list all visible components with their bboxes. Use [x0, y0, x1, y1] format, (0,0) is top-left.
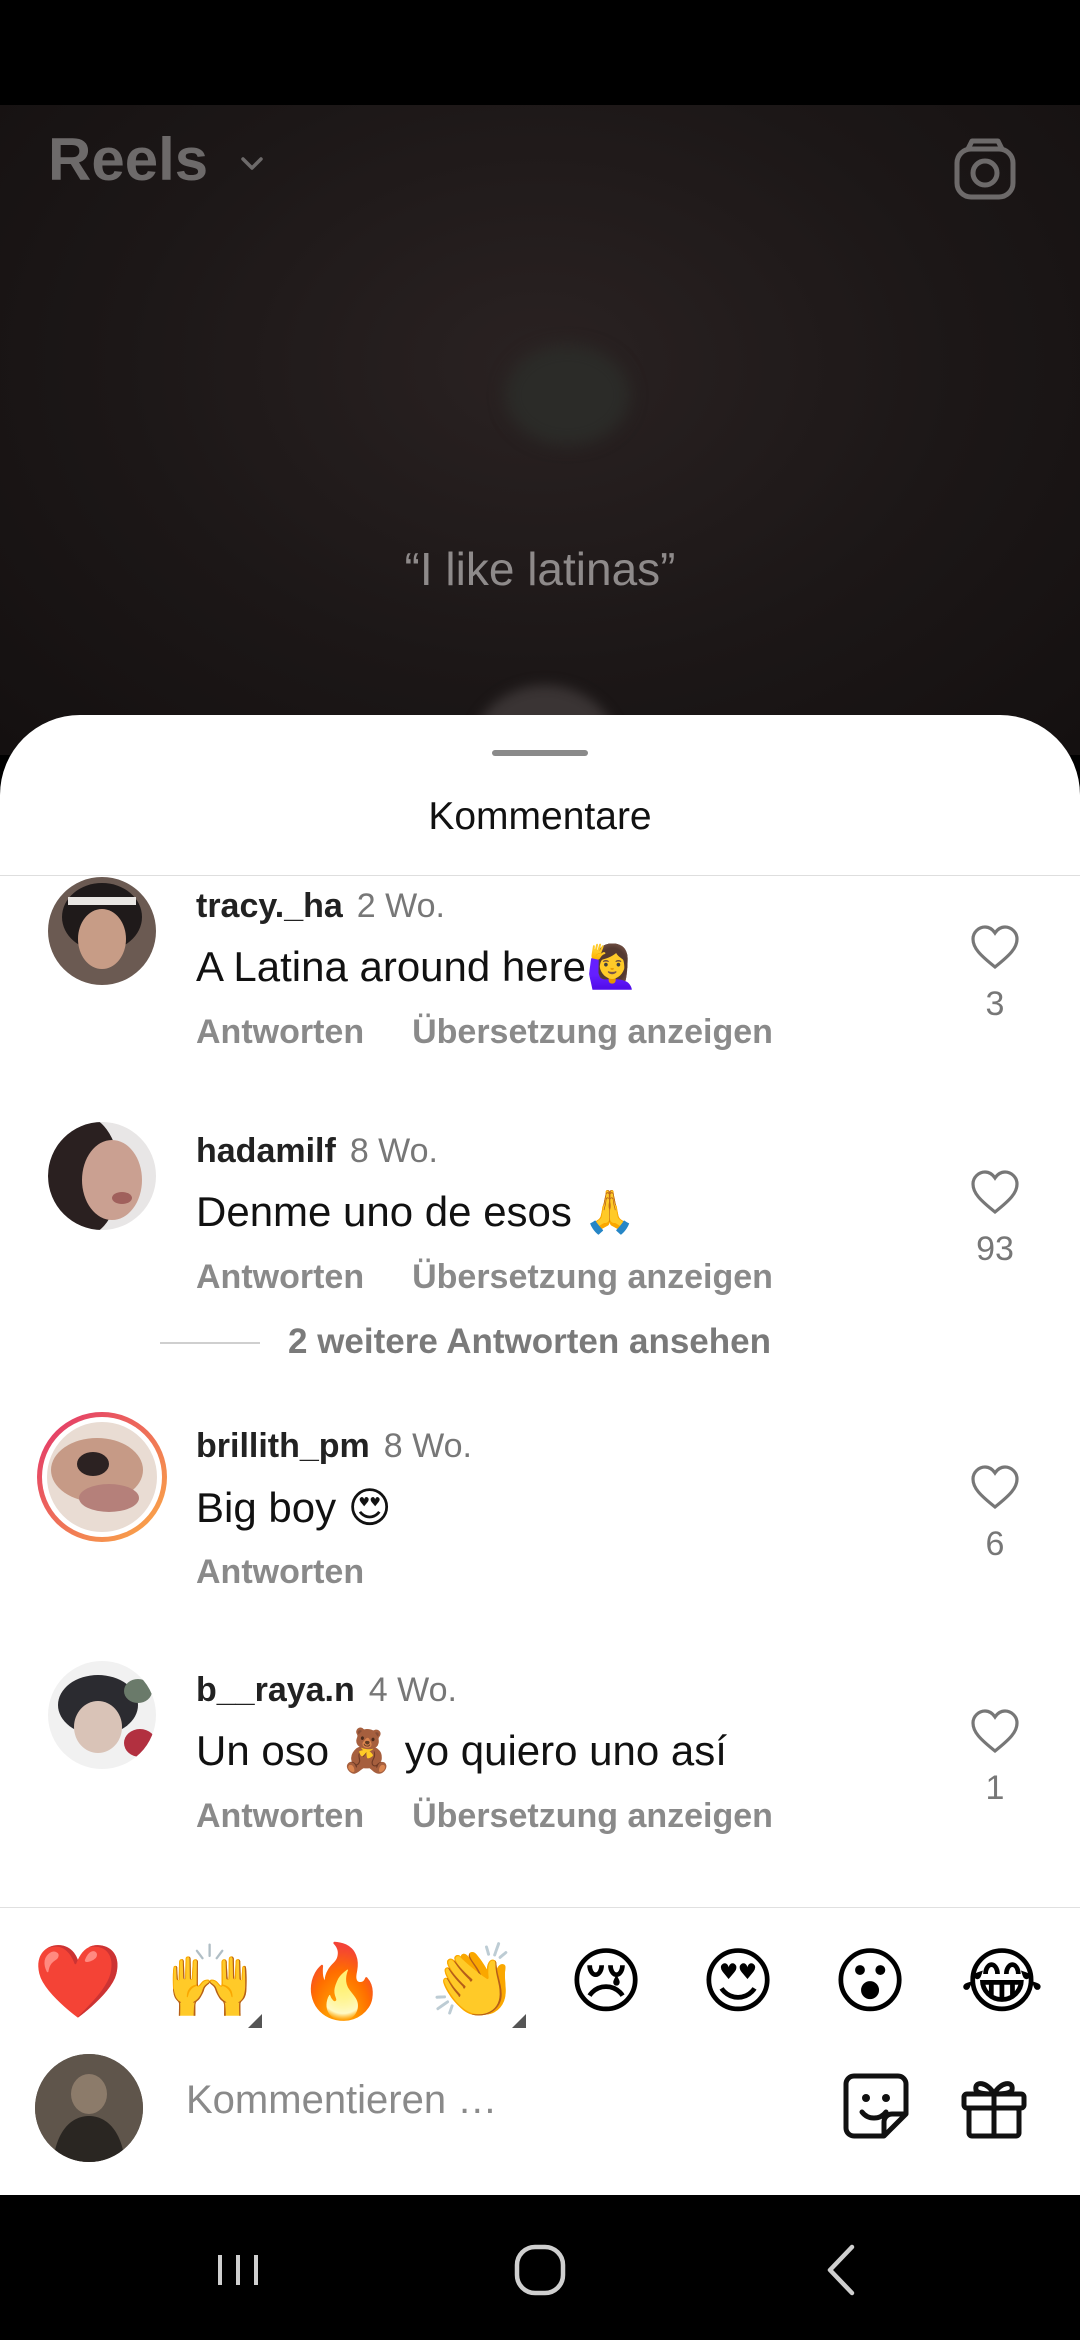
system-nav-bar: [0, 2195, 1080, 2340]
comment-item: brillith_pm 8 Wo. Big boy 😍 Antworten 6: [0, 1412, 1080, 1615]
comment-text: Big boy 😍: [196, 1484, 392, 1531]
camera-icon[interactable]: [950, 135, 1020, 205]
avatar[interactable]: [48, 1122, 156, 1230]
like-count: 3: [985, 985, 1005, 1023]
view-more-replies[interactable]: 2 weitere Antworten ansehen: [160, 1322, 860, 1366]
like-button[interactable]: 1: [970, 1709, 1020, 1808]
reel-video[interactable]: Reels “I like latinas”: [0, 105, 1080, 755]
reply-button[interactable]: Antworten: [196, 1553, 364, 1591]
comment-item: b__raya.n 4 Wo. Un oso 🧸 yo quiero uno as…: [0, 1659, 1080, 1859]
comment-text: Un oso 🧸 yo quiero uno así: [196, 1727, 727, 1774]
emoji-laughing[interactable]: 😂: [952, 1932, 1052, 2032]
my-avatar: [35, 2054, 143, 2162]
emoji-heart-eyes[interactable]: 😍: [688, 1932, 788, 2032]
sheet-title: Kommentare: [428, 795, 652, 838]
emoji-clap[interactable]: 👏: [424, 1932, 524, 2032]
heart-icon: [971, 925, 1019, 970]
comment-item: hadamilf 8 Wo. Denme uno de esos 🙏 Antwor…: [0, 1120, 1080, 1320]
recents-icon[interactable]: [203, 2235, 273, 2305]
reels-title[interactable]: Reels: [48, 125, 208, 194]
comment-composer: Kommentieren …: [0, 2048, 1080, 2195]
emoji-raised-hands[interactable]: 🙌: [160, 1932, 260, 2032]
like-button[interactable]: 93: [970, 1170, 1020, 1269]
replies-line: [160, 1342, 260, 1344]
skin-tone-indicator: [512, 2014, 526, 2028]
emoji-crying[interactable]: 😢: [556, 1932, 656, 2032]
like-count: 1: [985, 1769, 1005, 1807]
like-count: 6: [985, 1525, 1005, 1563]
emoji-surprised[interactable]: 😮: [820, 1932, 920, 2032]
chevron-down-icon[interactable]: [238, 150, 266, 178]
reply-button[interactable]: Antworten: [196, 1013, 364, 1051]
comment-username[interactable]: hadamilf: [196, 1132, 336, 1170]
comment-time: 8 Wo.: [349, 1132, 438, 1170]
skin-tone-indicator: [248, 2014, 262, 2028]
comment-item: tracy._ha 2 Wo. A Latina around here🙋‍♀️ …: [0, 875, 1080, 1075]
heart-icon: [971, 1709, 1019, 1754]
comment-text: A Latina around here🙋‍♀️: [196, 943, 639, 990]
translate-button[interactable]: Übersetzung anzeigen: [412, 1797, 773, 1835]
video-caption: “I like latinas”: [404, 543, 676, 595]
comment-text: Denme uno de esos 🙏: [196, 1188, 636, 1235]
translate-button[interactable]: Übersetzung anzeigen: [412, 1013, 773, 1051]
divider: [0, 1907, 1080, 1908]
avatar[interactable]: [48, 1661, 156, 1769]
comment-username[interactable]: tracy._ha: [196, 887, 343, 925]
like-count: 93: [976, 1230, 1014, 1268]
comment-time: 8 Wo.: [383, 1427, 472, 1465]
like-button[interactable]: 3: [970, 925, 1020, 1024]
video-object: [505, 345, 630, 445]
comments-sheet: Kommentare tracy._ha 2 Wo. A Latina aroun…: [0, 715, 1080, 2195]
avatar[interactable]: [48, 877, 156, 985]
emoji-fire[interactable]: 🔥: [292, 1932, 392, 2032]
like-button[interactable]: 6: [970, 1465, 1020, 1564]
comment-input[interactable]: Kommentieren …: [186, 2078, 497, 2123]
more-replies-label: 2 weitere Antworten ansehen: [288, 1322, 771, 1361]
comment-username[interactable]: brillith_pm: [196, 1427, 370, 1465]
sheet-drag-handle[interactable]: [492, 750, 588, 756]
status-bar: [0, 0, 1080, 105]
home-icon[interactable]: [505, 2235, 575, 2305]
heart-icon: [971, 1170, 1019, 1215]
comment-time: 4 Wo.: [368, 1671, 457, 1709]
back-icon[interactable]: [808, 2235, 878, 2305]
comment-time: 2 Wo.: [356, 887, 445, 925]
sticker-icon[interactable]: [840, 2070, 912, 2142]
comment-username[interactable]: b__raya.n: [196, 1671, 355, 1709]
avatar-story-ring[interactable]: [35, 1410, 169, 1544]
emoji-heart[interactable]: ❤️: [28, 1932, 128, 2032]
reply-button[interactable]: Antworten: [196, 1258, 364, 1296]
translate-button[interactable]: Übersetzung anzeigen: [412, 1258, 773, 1296]
reply-button[interactable]: Antworten: [196, 1797, 364, 1835]
emoji-bar: ❤️ 🙌 🔥 👏 😢 😍 😮 😂: [0, 1932, 1080, 2032]
heart-icon: [971, 1465, 1019, 1510]
gift-icon[interactable]: [958, 2070, 1030, 2142]
